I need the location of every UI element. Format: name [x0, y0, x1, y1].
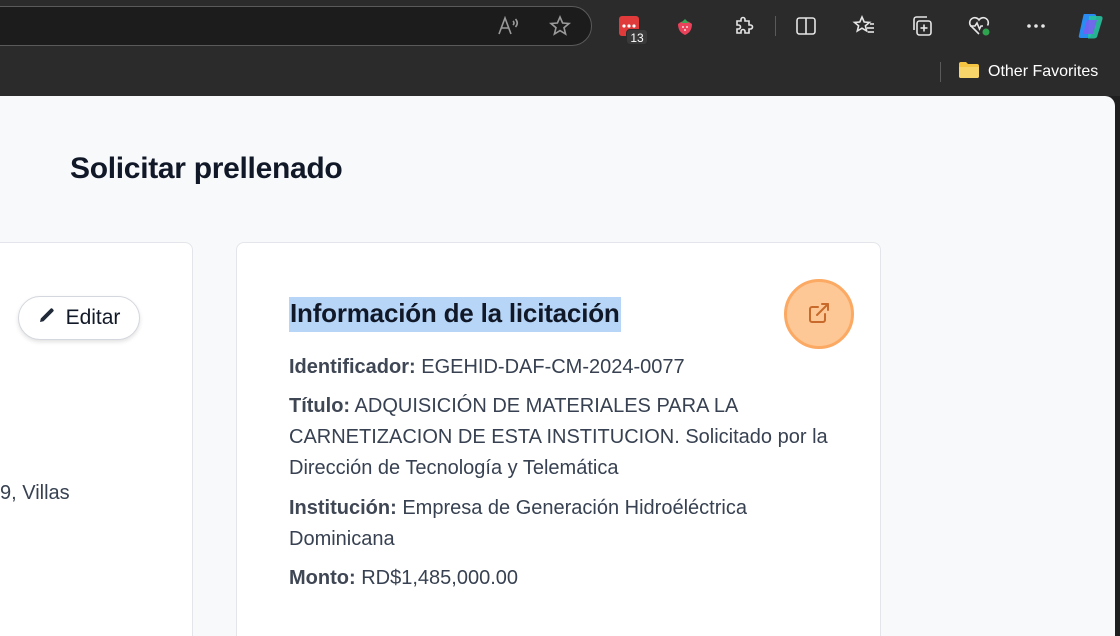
field-value: EGEHID-DAF-CM-2024-0077: [421, 356, 685, 378]
address-bar[interactable]: [0, 6, 592, 46]
field-institucion: Institución: Empresa de Generación Hidro…: [289, 493, 829, 555]
field-titulo: Título: ADQUISICIÓN DE MATERIALES PARA L…: [289, 391, 829, 484]
read-aloud-icon[interactable]: [495, 13, 521, 39]
toolbar-divider: [775, 16, 776, 36]
field-label: Título:: [289, 395, 351, 417]
folder-icon: [958, 61, 980, 84]
external-link-icon: [807, 301, 831, 328]
field-identificador: Identificador: EGEHID-DAF-CM-2024-0077: [289, 352, 829, 383]
open-external-button[interactable]: [784, 279, 854, 349]
edit-button[interactable]: Editar: [18, 296, 140, 340]
split-screen-icon[interactable]: [791, 11, 821, 41]
tender-info-card: Información de la licitación Identificad…: [236, 242, 881, 636]
field-monto: Monto: RD$1,485,000.00: [289, 563, 829, 594]
browser-essentials-icon[interactable]: [964, 11, 994, 41]
other-favorites-label: Other Favorites: [988, 63, 1099, 80]
favorites-bar: Other Favorites: [0, 54, 1120, 96]
address-partial-text: 9, Villas: [0, 482, 70, 504]
favorite-star-icon[interactable]: [547, 13, 573, 39]
web-page: Solicitar prellenado Editar 9, Villas In…: [0, 96, 1115, 636]
favorites-icon[interactable]: [849, 11, 879, 41]
field-label: Monto:: [289, 567, 356, 589]
page-title: Solicitar prellenado: [70, 152, 343, 185]
copilot-icon[interactable]: [1074, 11, 1108, 41]
field-value: RD$1,485,000.00: [361, 567, 518, 589]
field-label: Institución:: [289, 497, 397, 519]
field-label: Identificador:: [289, 356, 416, 378]
more-options-icon[interactable]: [1021, 11, 1051, 41]
favorites-divider: [940, 62, 941, 82]
tender-card-title: Información de la licitación: [289, 297, 621, 332]
edit-button-label: Editar: [65, 306, 121, 329]
extension-badge: 13: [626, 29, 648, 45]
collections-icon[interactable]: [907, 11, 937, 41]
other-favorites-folder[interactable]: Other Favorites: [958, 60, 1098, 84]
pencil-icon: [38, 306, 56, 330]
strawberry-extension-icon[interactable]: [670, 11, 700, 41]
browser-toolbar: 13: [0, 0, 1120, 54]
extensions-puzzle-icon[interactable]: [728, 11, 758, 41]
field-value: ADQUISICIÓN DE MATERIALES PARA LA CARNET…: [289, 395, 828, 479]
